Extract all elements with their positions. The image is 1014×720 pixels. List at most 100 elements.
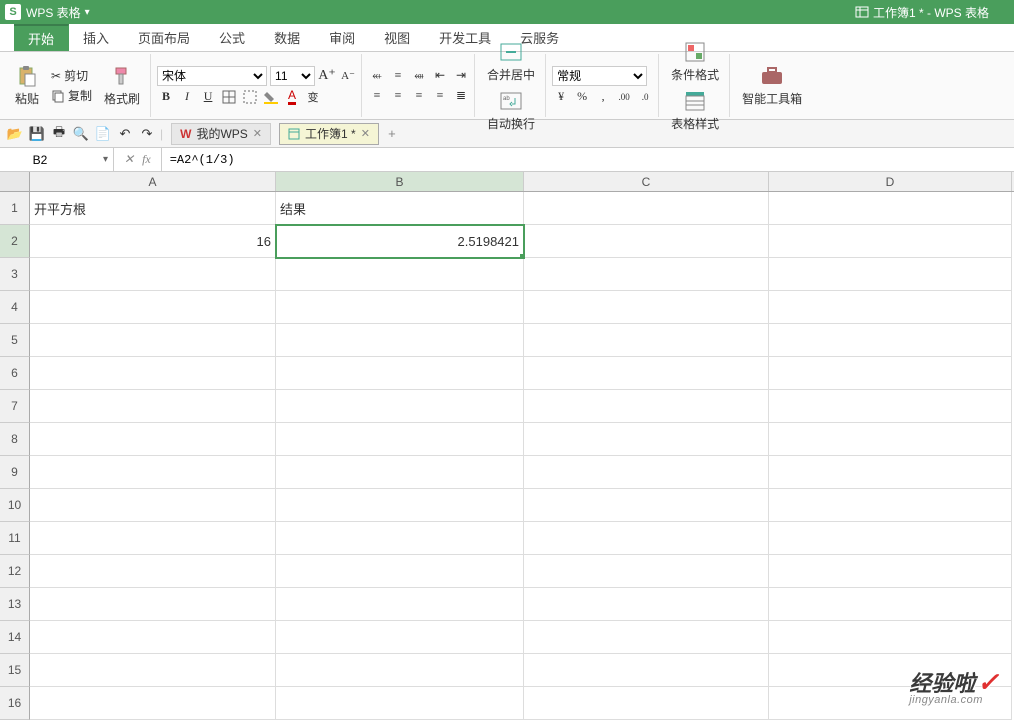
row-header[interactable]: 5 [0,324,30,357]
cell-D7[interactable] [769,390,1012,423]
cell-D6[interactable] [769,357,1012,390]
tab-workbook[interactable]: 工作簿1 * ✕ [279,123,379,145]
bold-button[interactable]: B [157,88,175,106]
row-header[interactable]: 1 [0,192,30,225]
cell-B12[interactable] [276,555,524,588]
borders-button[interactable] [220,88,238,106]
paste-button[interactable]: 粘贴 [9,62,45,109]
row-header[interactable]: 14 [0,621,30,654]
cell-B8[interactable] [276,423,524,456]
cell-D14[interactable] [769,621,1012,654]
tab-data[interactable]: 数据 [260,24,315,51]
cell-C4[interactable] [524,291,769,324]
tab-page-layout[interactable]: 页面布局 [124,24,205,51]
justify-icon[interactable]: ≡ [431,87,449,105]
undo-icon[interactable]: ↶ [116,125,134,143]
close-icon[interactable]: ✕ [253,127,262,140]
row-header[interactable]: 2 [0,225,30,258]
cell-C13[interactable] [524,588,769,621]
cell-B3[interactable] [276,258,524,291]
cell-C16[interactable] [524,687,769,720]
increase-indent-icon[interactable]: ⇥ [452,67,470,85]
font-name-select[interactable]: 宋体 [157,66,267,86]
row-header[interactable]: 12 [0,555,30,588]
cell-D2[interactable] [769,225,1012,258]
cell-B1[interactable]: 结果 [276,192,524,225]
cell-B4[interactable] [276,291,524,324]
align-center-icon[interactable]: ≡ [389,87,407,105]
cell-D4[interactable] [769,291,1012,324]
currency-icon[interactable]: ¥ [552,88,570,106]
cell-A5[interactable] [30,324,276,357]
font-color-button[interactable]: A [283,88,301,106]
align-right-icon[interactable]: ≡ [410,87,428,105]
cell-C1[interactable] [524,192,769,225]
cell-A2[interactable]: 16 [30,225,276,258]
cell-B13[interactable] [276,588,524,621]
cell-B15[interactable] [276,654,524,687]
open-icon[interactable]: 📂 [6,125,24,143]
border-style-button[interactable] [241,88,259,106]
cell-D12[interactable] [769,555,1012,588]
cell-C7[interactable] [524,390,769,423]
decrease-indent-icon[interactable]: ⇤ [431,67,449,85]
tab-view[interactable]: 视图 [370,24,425,51]
cell-C12[interactable] [524,555,769,588]
cell-A8[interactable] [30,423,276,456]
print-icon[interactable]: 🖶 [50,125,68,143]
align-middle-icon[interactable]: ≡ [389,67,407,85]
cell-B5[interactable] [276,324,524,357]
cell-B7[interactable] [276,390,524,423]
row-header[interactable]: 7 [0,390,30,423]
cell-A16[interactable] [30,687,276,720]
align-top-icon[interactable]: ⬴ [368,67,386,85]
increase-decimal-icon[interactable]: .00 [615,88,633,106]
print-preview-icon[interactable]: 🔍 [72,125,90,143]
decrease-font-icon[interactable]: A⁻ [339,67,357,85]
cell-C3[interactable] [524,258,769,291]
cell-A4[interactable] [30,291,276,324]
cell-B16[interactable] [276,687,524,720]
new-tab-icon[interactable]: + [383,125,401,143]
cell-D8[interactable] [769,423,1012,456]
cell-A6[interactable] [30,357,276,390]
row-header[interactable]: 11 [0,522,30,555]
copy-button[interactable]: 复制 [48,86,95,105]
save-icon[interactable]: 💾 [28,125,46,143]
cell-D3[interactable] [769,258,1012,291]
italic-button[interactable]: I [178,88,196,106]
cell-C14[interactable] [524,621,769,654]
cell-C2[interactable] [524,225,769,258]
number-format-select[interactable]: 常规 [552,66,647,86]
tab-start[interactable]: 开始 [14,24,69,51]
conditional-format-button[interactable]: 条件格式 [665,38,725,85]
cell-D10[interactable] [769,489,1012,522]
col-header-b[interactable]: B [276,172,524,191]
tab-review[interactable]: 审阅 [315,24,370,51]
cell-B14[interactable] [276,621,524,654]
cell-A3[interactable] [30,258,276,291]
merge-center-button[interactable]: 合并居中 [481,38,541,85]
align-bottom-icon[interactable]: ⬵ [410,67,428,85]
cell-A10[interactable] [30,489,276,522]
formula-input[interactable] [162,148,1014,171]
wrap-text-button[interactable]: ab 自动换行 [481,87,541,134]
row-header[interactable]: 9 [0,456,30,489]
cell-A7[interactable] [30,390,276,423]
row-header[interactable]: 10 [0,489,30,522]
cell-A9[interactable] [30,456,276,489]
name-box[interactable]: ▾ [0,148,114,171]
cell-A13[interactable] [30,588,276,621]
row-header[interactable]: 16 [0,687,30,720]
row-header[interactable]: 13 [0,588,30,621]
cell-D1[interactable] [769,192,1012,225]
cell-B11[interactable] [276,522,524,555]
cell-B9[interactable] [276,456,524,489]
font-size-select[interactable]: 11 [270,66,315,86]
distributed-icon[interactable]: ≣ [452,87,470,105]
cell-C15[interactable] [524,654,769,687]
cell-D13[interactable] [769,588,1012,621]
cut-button[interactable]: ✂ 剪切 [48,66,95,85]
cell-D11[interactable] [769,522,1012,555]
comma-icon[interactable]: , [594,88,612,106]
